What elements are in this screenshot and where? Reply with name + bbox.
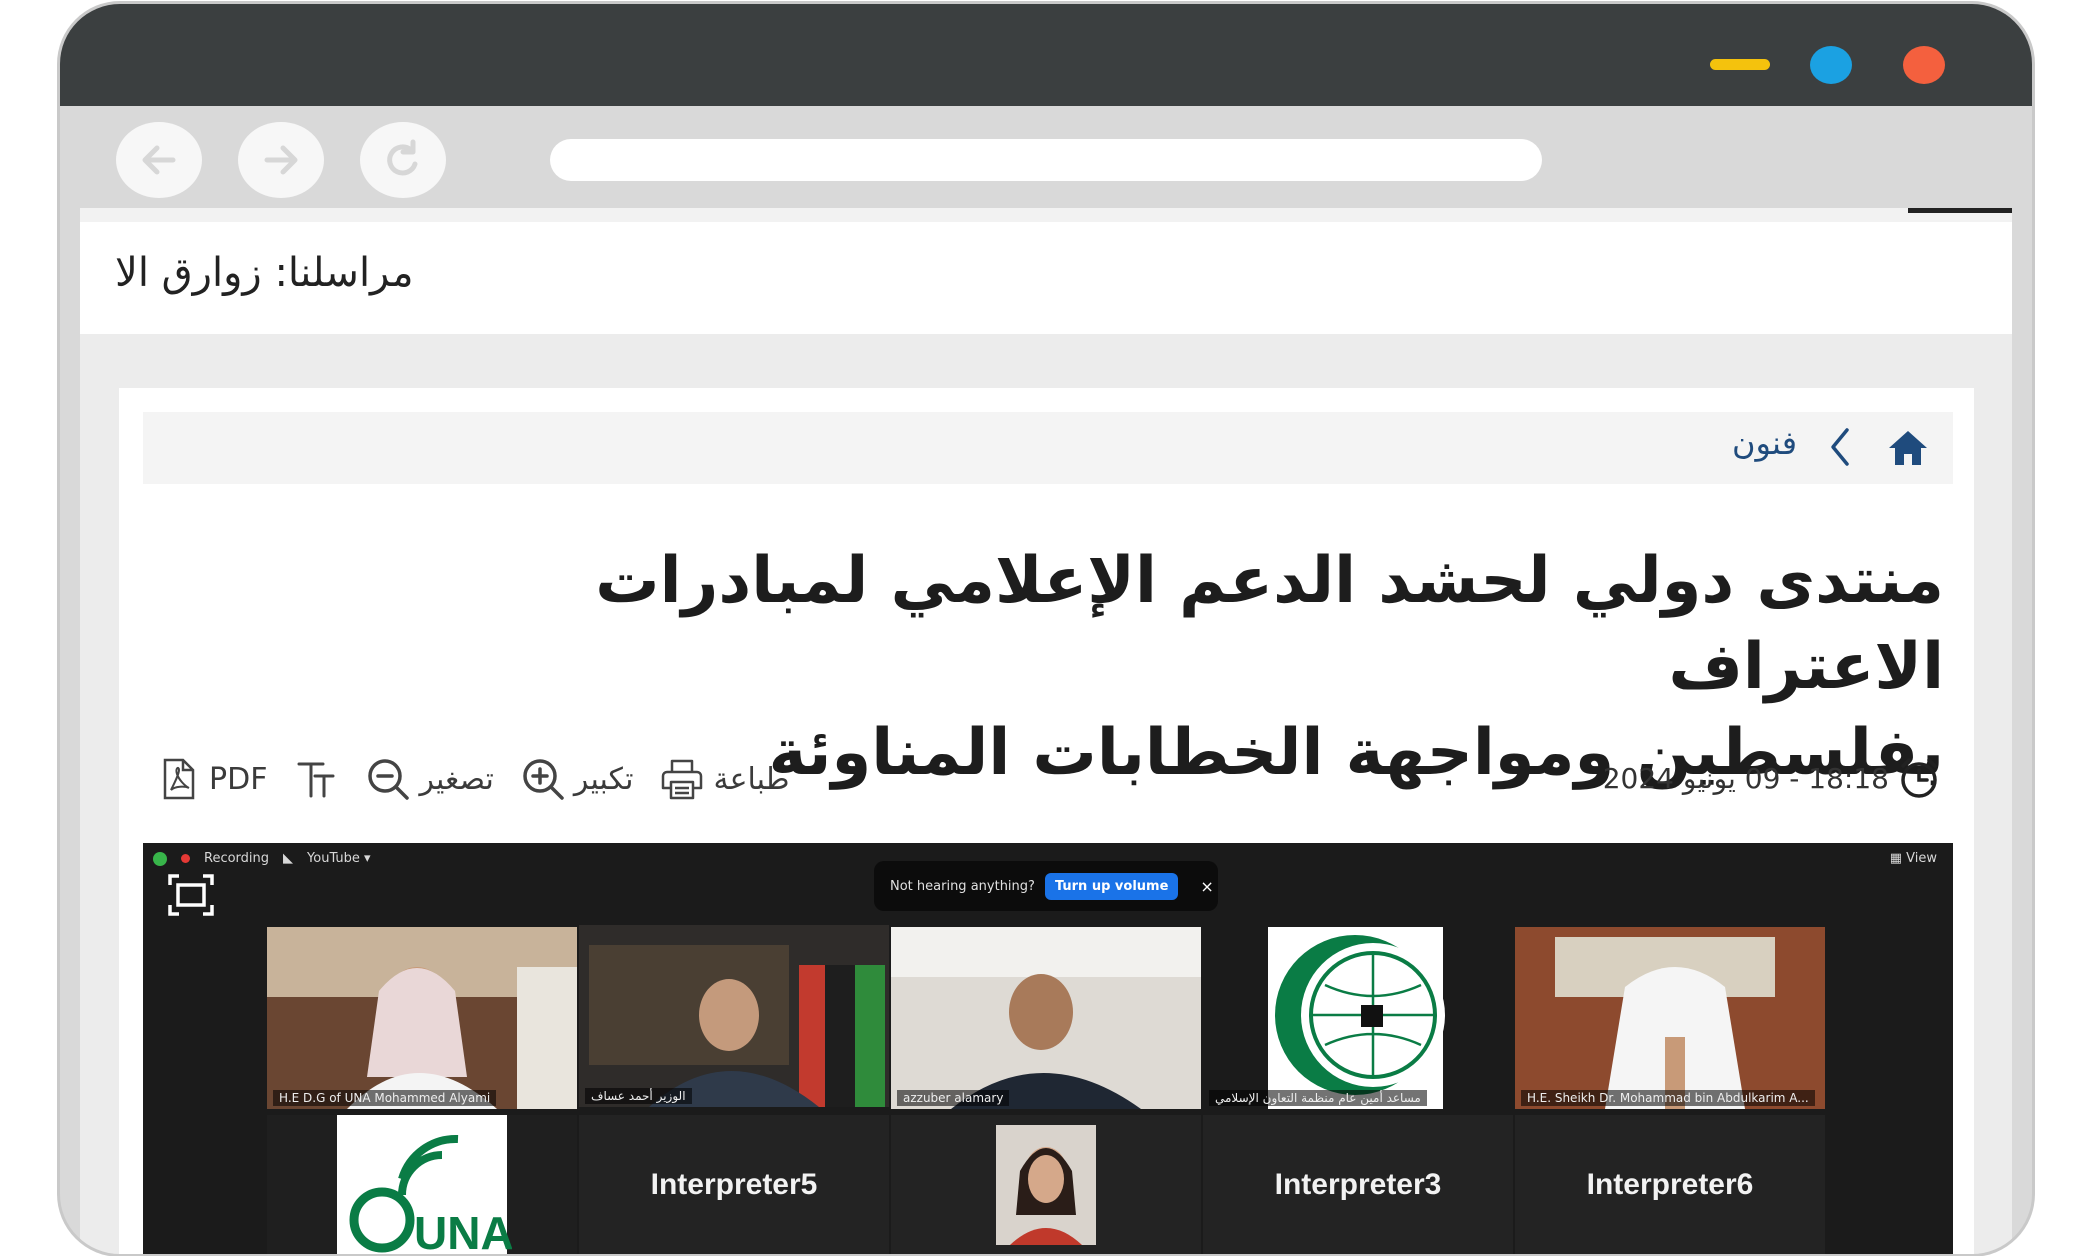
minimize-button[interactable] [1710,59,1770,70]
print-button[interactable]: طباعة [659,756,790,802]
zoom-in-label: تكبير [573,761,634,797]
participant-tile: الوزير أحمد عساف [579,925,889,1107]
breadcrumb: فنون [143,412,1953,484]
chevron-left-icon [1831,428,1849,466]
print-label: طباعة [713,761,790,797]
recording-label: Recording [204,851,270,866]
turn-up-volume-button: Turn up volume [1044,872,1179,900]
participant-2-photo [579,925,889,1107]
participant-tile: مساعد أمين عام منظمة التعاون الإسلامي [1203,927,1513,1109]
participant-1-photo [267,927,577,1109]
participant-5-photo [1515,927,1825,1109]
pdf-button[interactable]: PDF [155,756,267,802]
recording-dot-icon [181,854,190,863]
address-bar[interactable] [550,139,1542,181]
refresh-icon [387,139,418,176]
participant-tile: H.E. Sheikh Dr. Mohammad bin Abdulkarim … [1515,927,1825,1109]
participant-name: مساعد أمين عام منظمة التعاون الإسلامي [1209,1090,1427,1106]
ticker-text[interactable]: مراسلنا: زوارق الا [115,250,414,296]
browser-window: مراسلنا: زوارق الا فنون منتدى دولي لحشد … [60,4,2032,1254]
una-tile: UNA [267,1115,577,1254]
zoom-out-label: تصغير [419,761,494,797]
participant-tile [891,1115,1201,1254]
interpreter-tile: Interpreter6 [1515,1115,1825,1254]
participant-avatar [996,1125,1096,1245]
title-bar [60,4,2032,106]
forward-icon [264,145,298,175]
close-button[interactable] [1903,46,1945,84]
close-icon: × [1200,876,1214,896]
notice-text: Not hearing anything? [890,878,1035,894]
zoom-in-button[interactable]: تكبير [520,756,634,802]
article-meta: 18:18 - 09 يونيو 2024 PDF تصغير تكبير طب… [143,748,1953,818]
publish-time: 18:18 - 09 يونيو 2024 [1603,756,1941,800]
refresh-button[interactable] [360,122,446,198]
participant-tile: azzuber alamary [891,927,1201,1109]
una-logo-icon: UNA [337,1115,512,1254]
article-image[interactable]: Recording ◣ YouTube ▾ ▦ View Not hearing… [143,843,1953,1254]
zoom-out-icon [368,759,410,800]
meeting-status-bar: Recording ◣ YouTube ▾ [153,851,371,866]
article-tools: PDF تصغير تكبير طباعة [155,756,790,802]
strip-line [1908,208,2012,213]
home-icon[interactable] [1887,428,1929,468]
zoom-out-button[interactable]: تصغير [365,756,494,802]
forward-button[interactable] [238,122,324,198]
rss-icon: ◣ [283,851,294,866]
interpreter-tile: Interpreter3 [1203,1115,1513,1254]
back-button[interactable] [116,122,202,198]
maximize-button[interactable] [1810,46,1852,84]
participant-tile: H.E D.G of UNA Mohammed Alyami [267,927,577,1109]
participant-3-photo [891,927,1201,1109]
back-icon [142,145,176,175]
youtube-label: YouTube ▾ [307,851,371,866]
publish-datetime: 18:18 - 09 يونيو 2024 [1602,761,1889,795]
oic-logo-icon [1268,927,1445,1109]
fullscreen-icon[interactable] [167,873,215,917]
participant-name: H.E. Sheikh Dr. Mohammad bin Abdulkarim … [1521,1090,1815,1106]
participant-name: H.E D.G of UNA Mohammed Alyami [273,1090,497,1106]
browser-toolbar [60,106,2032,208]
interpreter-tile: Interpreter5 [579,1115,889,1254]
breadcrumb-section[interactable]: فنون [1732,424,1797,462]
news-ticker: مراسلنا: زوارق الا [80,222,2012,334]
audio-notice: Not hearing anything? Turn up volume × [874,861,1218,911]
zoom-in-icon [523,759,564,800]
printer-icon [662,759,703,800]
grid-icon: ▦ [1889,851,1907,866]
alarm-clock-icon [1901,758,1937,798]
view-button: ▦ View [1890,851,1937,866]
pdf-label: PDF [209,761,268,797]
shield-icon [153,851,167,866]
page-viewport: مراسلنا: زوارق الا فنون منتدى دولي لحشد … [80,208,2012,1254]
article-card: فنون منتدى دولي لحشد الدعم الإعلامي لمبا… [119,388,1974,1254]
title-line-1: منتدى دولي لحشد الدعم الإعلامي لمبادرات … [595,544,1944,704]
una-logo-text: UNA [414,1207,512,1254]
participant-name: azzuber alamary [897,1090,1010,1106]
view-label: View [1906,851,1937,866]
font-size-button[interactable] [293,756,339,802]
text-size-icon [297,762,335,798]
participant-name: الوزير أحمد عساف [585,1088,692,1104]
top-strip [80,208,2012,222]
pdf-icon [163,758,195,800]
